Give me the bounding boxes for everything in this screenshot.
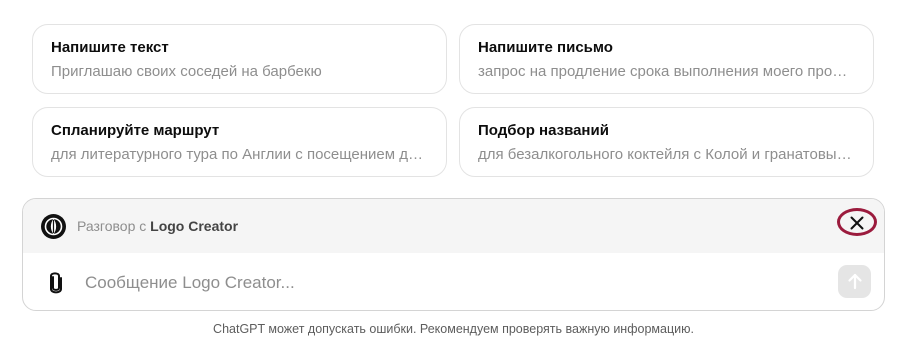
gpt-context-prefix: Разговор с (77, 218, 147, 234)
gpt-context-bar: Разговор с Logo Creator (23, 199, 884, 253)
logo-creator-icon (44, 217, 63, 236)
message-composer: Разговор с Logo Creator (22, 198, 885, 311)
close-icon (850, 216, 864, 230)
suggestion-title: Спланируйте маршрут (51, 122, 220, 139)
gpt-avatar (41, 214, 66, 239)
send-button[interactable] (838, 265, 871, 298)
suggestion-subtitle: для безалкогольного коктейля с Колой и г… (478, 146, 855, 163)
close-gpt-button[interactable] (837, 208, 877, 236)
suggestion-subtitle: Приглашаю своих соседей на барбекю (51, 63, 322, 80)
suggestion-card-plan-route[interactable]: Спланируйте маршрут для литературного ту… (32, 107, 447, 177)
paperclip-icon (50, 272, 62, 294)
suggestion-title: Напишите письмо (478, 39, 613, 56)
attach-file-button[interactable] (45, 271, 67, 295)
suggestion-subtitle: для литературного тура по Англии с посещ… (51, 146, 428, 163)
gpt-name: Logo Creator (150, 218, 239, 234)
suggestion-title: Напишите текст (51, 39, 169, 56)
suggestion-title: Подбор названий (478, 122, 609, 139)
gpt-context-label: Разговор с Logo Creator (77, 216, 238, 236)
message-input[interactable] (85, 269, 785, 297)
suggestion-card-name-ideas[interactable]: Подбор названий для безалкогольного кокт… (459, 107, 874, 177)
suggestion-subtitle: запрос на продление срока выполнения мое… (478, 63, 855, 80)
disclaimer-text: ChatGPT может допускать ошибки. Рекоменд… (213, 322, 694, 336)
suggestion-card-write-text[interactable]: Напишите текст Приглашаю своих соседей н… (32, 24, 447, 94)
suggestion-card-write-letter[interactable]: Напишите письмо запрос на продление срок… (459, 24, 874, 94)
arrow-up-icon (848, 273, 862, 290)
